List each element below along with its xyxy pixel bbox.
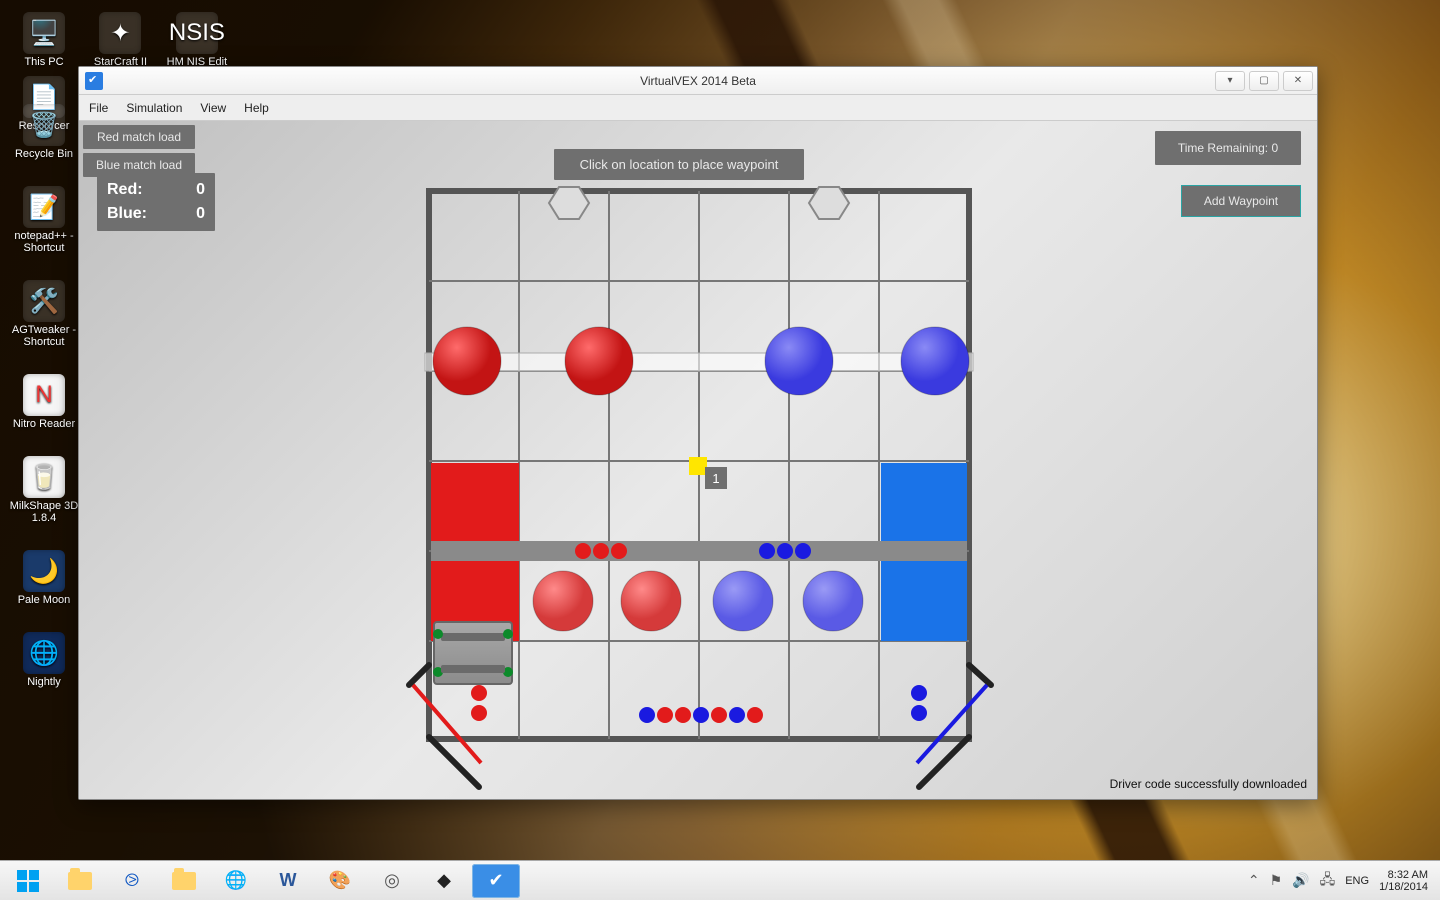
red-score-value: 0	[196, 181, 205, 199]
app-window: VirtualVEX 2014 Beta ▾ ▢ ✕ File Simulati…	[78, 66, 1318, 800]
close-button[interactable]: ✕	[1283, 71, 1313, 91]
taskbar-explorer2[interactable]	[160, 864, 208, 898]
pdf-icon: N	[23, 374, 65, 416]
globe-icon: 🌐	[23, 632, 65, 674]
menu-help[interactable]: Help	[244, 101, 269, 115]
desktop-icon-nightly[interactable]: 🌐 Nightly	[8, 632, 80, 688]
desktop-icon-agtweaker[interactable]: 🛠️ AGTweaker - Shortcut	[8, 280, 80, 348]
red-score-label: Red:	[107, 181, 143, 199]
taskbar-powershell[interactable]: ⧁	[108, 864, 156, 898]
minimize-button[interactable]: ▾	[1215, 71, 1245, 91]
desktop-icon-this-pc[interactable]: 🖥️ This PC	[8, 12, 80, 68]
desktop-icons-left-col: 🗑️ Recycle Bin 📝 notepad++ - Shortcut 🛠️…	[8, 100, 80, 692]
game-field[interactable]: 1	[419, 181, 979, 781]
hint-text: Click on location to place waypoint	[580, 157, 779, 172]
recycle-bin-icon: 🗑️	[23, 104, 65, 146]
score-panel: Red: 0 Blue: 0	[97, 173, 215, 231]
maximize-button[interactable]: ▢	[1249, 71, 1279, 91]
menu-simulation[interactable]: Simulation	[126, 101, 182, 115]
menu-file[interactable]: File	[89, 101, 108, 115]
game-icon: ✦	[99, 12, 141, 54]
taskbar-unity[interactable]: ◆	[420, 864, 468, 898]
time-label: Time Remaining:	[1178, 141, 1268, 155]
desktop-icon-starcraft[interactable]: ✦ StarCraft II	[84, 12, 156, 68]
desktop-icon-milkshape[interactable]: 🥛 MilkShape 3D 1.8.4	[8, 456, 80, 524]
time-panel: Time Remaining: 0	[1155, 131, 1301, 165]
tray-chevron-up-icon[interactable]: ⌃	[1248, 872, 1260, 889]
robot[interactable]	[433, 621, 513, 685]
blue-score-label: Blue:	[107, 205, 147, 223]
taskbar-word[interactable]: W	[264, 864, 312, 898]
taskbar-browser[interactable]: 🌐	[212, 864, 260, 898]
windows-logo-icon	[17, 870, 39, 892]
start-button[interactable]	[4, 864, 52, 898]
desktop-icon-nsis-edit[interactable]: NSIS HM NIS Edit	[161, 12, 233, 68]
taskbar: ⧁ 🌐 W 🎨 ◎ ◆ ✔ ⌃ ⚑ 🔊 🖧 ENG 8:32 AM 1/18/2…	[0, 860, 1440, 900]
time-value: 0	[1271, 141, 1278, 155]
waypoint-label: 1	[712, 471, 719, 486]
monitor-icon: 🖥️	[23, 12, 65, 54]
desktop-icon-recycle-bin[interactable]: 🗑️ Recycle Bin	[8, 104, 80, 160]
tray-volume-icon[interactable]: 🔊	[1292, 872, 1309, 889]
desktop-icon-nitro-reader[interactable]: N Nitro Reader	[8, 374, 80, 430]
system-tray: ⌃ ⚑ 🔊 🖧 ENG 8:32 AM 1/18/2014	[1248, 869, 1436, 893]
desktop-icon-notepadpp[interactable]: 📝 notepad++ - Shortcut	[8, 186, 80, 254]
hint-panel: Click on location to place waypoint	[554, 149, 804, 180]
add-waypoint-button[interactable]: Add Waypoint	[1181, 185, 1301, 217]
wrench-icon: 🛠️	[23, 280, 65, 322]
tray-clock[interactable]: 8:32 AM 1/18/2014	[1379, 869, 1428, 893]
taskbar-app1[interactable]: ◎	[368, 864, 416, 898]
installer-icon: NSIS	[176, 12, 218, 54]
status-text: Driver code successfully downloaded	[1110, 777, 1307, 791]
folder-icon	[68, 872, 92, 890]
window-title: VirtualVEX 2014 Beta	[79, 74, 1317, 88]
moon-icon: 🌙	[23, 550, 65, 592]
box-icon: 🥛	[23, 456, 65, 498]
viewport[interactable]: Red: 0 Blue: 0 Red match load Blue match…	[79, 121, 1317, 799]
taskbar-file-explorer[interactable]	[56, 864, 104, 898]
app-icon	[85, 72, 103, 90]
blue-score-value: 0	[196, 205, 205, 223]
tray-time: 8:32 AM	[1388, 869, 1428, 881]
menubar: File Simulation View Help	[79, 95, 1317, 121]
tray-network-icon[interactable]: 🖧	[1320, 869, 1336, 893]
folder-icon	[172, 872, 196, 890]
status-bar: Driver code successfully downloaded	[79, 777, 1317, 799]
taskbar-gimp[interactable]: 🎨	[316, 864, 364, 898]
desktop-icon-palemoon[interactable]: 🌙 Pale Moon	[8, 550, 80, 606]
taskbar-virtualvex[interactable]: ✔	[472, 864, 520, 898]
notepad-icon: 📝	[23, 186, 65, 228]
menu-view[interactable]: View	[200, 101, 226, 115]
match-load-panel: Red match load Blue match load	[79, 121, 199, 181]
titlebar[interactable]: VirtualVEX 2014 Beta ▾ ▢ ✕	[79, 67, 1317, 95]
tray-language[interactable]: ENG	[1345, 875, 1369, 887]
tray-date: 1/18/2014	[1379, 881, 1428, 893]
red-match-load-button[interactable]: Red match load	[83, 125, 195, 149]
tray-action-center-icon[interactable]: ⚑	[1270, 872, 1283, 889]
